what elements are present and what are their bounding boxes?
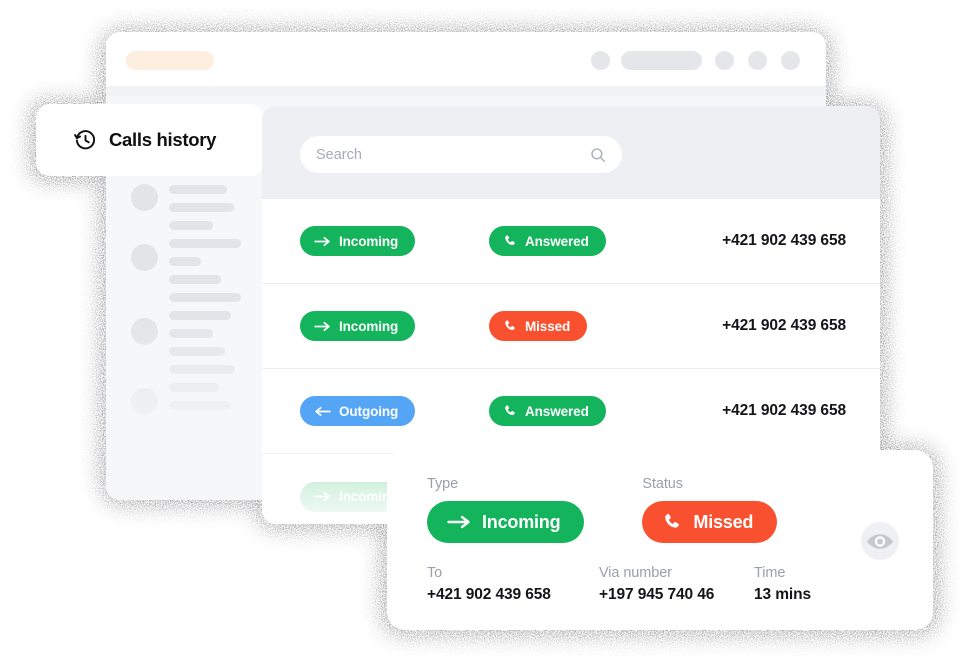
browser-toolbar — [106, 32, 826, 86]
toolbar-circle-placeholder[interactable] — [781, 51, 800, 70]
skeleton-avatar — [131, 184, 158, 211]
skeleton-line — [169, 365, 235, 374]
skeleton-line — [169, 401, 231, 410]
search-placeholder-text: Search — [316, 146, 362, 163]
badge-call-status[interactable]: Missed — [489, 311, 588, 341]
skeleton-line — [169, 293, 241, 302]
skeleton-line — [169, 347, 225, 356]
detail-status-group: Status Missed — [642, 476, 778, 543]
badge-label: Missed — [693, 511, 754, 532]
page-title: Calls history — [109, 129, 217, 150]
badge-label: Incoming — [339, 233, 399, 249]
badge-label: Incoming — [482, 511, 561, 532]
detail-top-row: Type Incoming Status Missed — [427, 476, 897, 543]
cell-call-type: Incoming — [300, 311, 416, 341]
history-clock-icon — [74, 129, 97, 152]
cell-call-type: Incoming — [300, 226, 416, 256]
badge-label: Answered — [525, 403, 589, 419]
phone-icon — [503, 234, 517, 248]
phone-icon — [503, 404, 517, 418]
detail-via-caption: Via number — [599, 565, 672, 581]
screenshot-stage: Calls history Search Incoming Answered +… — [0, 0, 967, 665]
detail-to-value: +421 902 439 658 — [427, 586, 551, 603]
eye-icon[interactable] — [861, 522, 899, 560]
badge-label: Missed — [525, 318, 571, 334]
detail-badge-type[interactable]: Incoming — [427, 501, 585, 543]
cell-call-status: Missed — [489, 311, 588, 341]
search-input[interactable]: Search — [300, 136, 622, 173]
cell-call-type: Outgoing — [300, 396, 416, 426]
cell-phone-number: +421 902 439 658 — [722, 232, 846, 249]
toolbar-circle-placeholder[interactable] — [591, 51, 610, 70]
badge-call-type[interactable]: Incoming — [300, 226, 416, 256]
arrow-right-icon — [314, 236, 331, 247]
arrow-right-icon — [314, 491, 331, 502]
arrow-left-icon — [314, 406, 331, 417]
badge-label: Answered — [525, 233, 589, 249]
skeleton-line — [169, 221, 213, 230]
detail-status-caption: Status — [642, 476, 683, 492]
cell-phone-number: +421 902 439 658 — [722, 317, 846, 334]
detail-type-group: Type Incoming — [427, 476, 585, 543]
skeleton-line — [169, 275, 221, 284]
skeleton-line — [169, 257, 201, 266]
skeleton-line — [169, 329, 213, 338]
cell-call-status: Answered — [489, 396, 606, 426]
detail-to-caption: To — [427, 565, 443, 581]
detail-time-value: 13 mins — [754, 586, 812, 603]
phone-icon — [662, 512, 682, 532]
detail-time-group: Time 13 mins — [754, 565, 874, 604]
detail-type-caption: Type — [427, 476, 459, 492]
detail-to-group: To +421 902 439 658 — [427, 565, 599, 604]
calls-history-card: Calls history — [36, 104, 264, 176]
skeleton-avatar — [131, 244, 158, 271]
badge-call-status[interactable]: Answered — [489, 226, 606, 256]
arrow-right-icon — [314, 321, 331, 332]
skeleton-avatar — [131, 388, 158, 415]
cell-phone-number: +421 902 439 658 — [722, 402, 846, 419]
badge-call-type[interactable]: Incoming — [300, 311, 416, 341]
badge-label: Outgoing — [339, 403, 399, 419]
table-row[interactable]: Outgoing Answered +421 902 439 658 — [262, 369, 880, 454]
skeleton-avatar — [131, 318, 158, 345]
skeleton-line — [169, 239, 241, 248]
phone-icon — [503, 319, 517, 333]
cell-call-status: Answered — [489, 226, 606, 256]
url-bar-placeholder[interactable] — [126, 51, 214, 70]
badge-call-status[interactable]: Answered — [489, 396, 606, 426]
table-row[interactable]: Incoming Missed +421 902 439 658 — [262, 284, 880, 369]
search-icon[interactable] — [590, 147, 606, 163]
call-detail-card: Type Incoming Status Missed To +421 902 … — [387, 450, 933, 630]
toolbar-circle-placeholder[interactable] — [715, 51, 734, 70]
table-header-bar: Search — [262, 106, 880, 199]
skeleton-line — [169, 311, 231, 320]
skeleton-line — [169, 203, 234, 212]
toolbar-pill-placeholder[interactable] — [621, 51, 702, 70]
arrow-right-icon — [447, 515, 471, 529]
badge-call-type[interactable]: Outgoing — [300, 396, 416, 426]
detail-badge-status[interactable]: Missed — [642, 501, 778, 543]
detail-via-group: Via number +197 945 740 46 — [599, 565, 754, 604]
skeleton-line — [169, 185, 227, 194]
badge-label: Incoming — [339, 318, 399, 334]
detail-time-caption: Time — [754, 565, 786, 581]
detail-bottom-row: To +421 902 439 658 Via number +197 945 … — [427, 565, 897, 604]
toolbar-circle-placeholder[interactable] — [748, 51, 767, 70]
skeleton-line — [169, 383, 219, 392]
table-row[interactable]: Incoming Answered +421 902 439 658 — [262, 199, 880, 284]
detail-via-value: +197 945 740 46 — [599, 586, 715, 603]
